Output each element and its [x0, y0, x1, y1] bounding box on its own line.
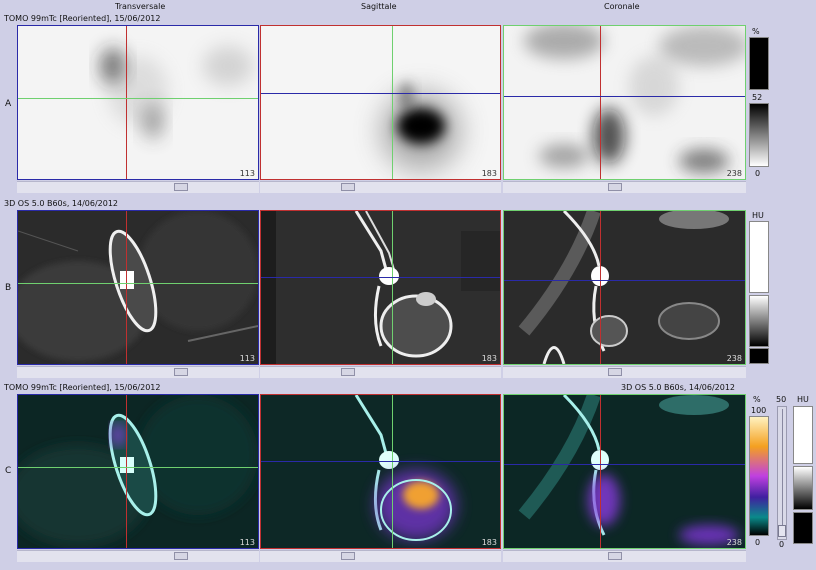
scrollbar-thumb[interactable]	[174, 552, 188, 560]
colorbar-b-gradient[interactable]	[749, 295, 769, 347]
slice-number: 183	[481, 538, 497, 547]
crosshair-vertical	[392, 211, 393, 364]
slice-number: 238	[726, 169, 742, 178]
crosshair-vertical	[126, 211, 127, 364]
scrollbar-c-sagittal[interactable]	[260, 550, 501, 562]
ct-coronal-view[interactable]: 238	[503, 210, 746, 365]
row-c-label: C	[5, 466, 12, 476]
row-a-label: A	[5, 99, 12, 109]
scrollbar-thumb[interactable]	[608, 183, 622, 191]
slice-number: 183	[481, 169, 497, 178]
colorbar-c-ct-gradient[interactable]	[793, 466, 813, 510]
fusion-slider-top-label: 50	[776, 395, 787, 404]
crosshair-vertical	[600, 211, 601, 364]
fusion-coronal-view[interactable]: 238	[503, 394, 746, 549]
slice-number: 238	[726, 354, 742, 363]
ct-sagittal-image	[261, 211, 500, 364]
crosshair-vertical	[392, 26, 393, 179]
spect-transversal-view[interactable]: 113	[17, 25, 259, 180]
spect-transversal-image	[18, 26, 258, 179]
crosshair-horizontal	[261, 277, 500, 278]
ct-transversal-view[interactable]: 113	[17, 210, 259, 365]
crosshair-vertical	[600, 395, 601, 548]
colorbar-a-max: 52	[752, 93, 763, 102]
row-b-label: B	[5, 283, 12, 293]
row-c-series-info-spect: TOMO 99mTc [Reoriented], 15/06/2012	[4, 383, 161, 392]
scrollbar-b-transversal[interactable]	[17, 366, 259, 378]
spect-sagittal-view[interactable]: 183	[260, 25, 501, 180]
scrollbar-b-sagittal[interactable]	[260, 366, 501, 378]
colorbar-c-min-pct: 0	[755, 538, 761, 547]
scrollbar-thumb[interactable]	[174, 183, 188, 191]
scrollbar-a-coronal[interactable]	[503, 181, 746, 193]
slice-number: 183	[481, 354, 497, 363]
crosshair-vertical	[392, 395, 393, 548]
row-c-series-info-ct: 3D OS 5.0 B60s, 14/06/2012	[621, 383, 736, 392]
spect-coronal-view[interactable]: 238	[503, 25, 746, 180]
colorbar-b-bottom	[749, 348, 769, 364]
fusion-slider-bottom-label: 0	[779, 540, 785, 549]
crosshair-horizontal	[504, 96, 745, 97]
crosshair-horizontal	[18, 467, 258, 468]
fusion-sagittal-image	[261, 395, 500, 548]
scrollbar-c-transversal[interactable]	[17, 550, 259, 562]
scrollbar-thumb[interactable]	[341, 552, 355, 560]
colorbar-a-unit: %	[752, 27, 760, 36]
slice-number: 113	[239, 354, 255, 363]
scrollbar-thumb[interactable]	[174, 368, 188, 376]
crosshair-horizontal	[504, 464, 745, 465]
crosshair-horizontal	[18, 98, 258, 99]
fusion-transversal-image	[18, 395, 258, 548]
row-b-series-info: 3D OS 5.0 B60s, 14/06/2012	[4, 199, 119, 208]
crosshair-horizontal	[261, 461, 500, 462]
colorbar-c-unit-pct: %	[753, 395, 761, 404]
slice-number: 113	[239, 169, 255, 178]
colorbar-c-spect-gradient[interactable]	[749, 416, 769, 536]
colorbar-b-unit: HU	[752, 211, 764, 220]
spect-coronal-image	[504, 26, 745, 179]
colorbar-c-max-pct: 100	[751, 406, 767, 415]
scrollbar-thumb[interactable]	[608, 552, 622, 560]
scrollbar-thumb[interactable]	[341, 368, 355, 376]
column-header-transversal: Transversale	[115, 2, 166, 11]
ct-sagittal-view[interactable]: 183	[260, 210, 501, 365]
crosshair-vertical	[126, 395, 127, 548]
colorbar-a-top	[749, 37, 769, 90]
colorbar-c-ct-bottom	[793, 512, 813, 544]
crosshair-vertical	[126, 26, 127, 179]
crosshair-horizontal	[18, 283, 258, 284]
colorbar-c-ct-top	[793, 406, 813, 464]
fusion-coronal-image	[504, 395, 745, 548]
colorbar-a-min: 0	[755, 169, 761, 178]
spect-sagittal-image	[261, 26, 500, 179]
row-a-series-info: TOMO 99mTc [Reoriented], 15/06/2012	[4, 14, 161, 23]
slider-track	[782, 409, 783, 537]
ct-transversal-image	[18, 211, 258, 364]
fusion-transversal-view[interactable]: 113	[17, 394, 259, 549]
colorbar-b-top	[749, 221, 769, 293]
slider-handle[interactable]	[778, 525, 786, 537]
scrollbar-c-coronal[interactable]	[503, 550, 746, 562]
crosshair-vertical	[600, 26, 601, 179]
scrollbar-a-sagittal[interactable]	[260, 181, 501, 193]
slice-number: 113	[239, 538, 255, 547]
scrollbar-a-transversal[interactable]	[17, 181, 259, 193]
crosshair-horizontal	[504, 280, 745, 281]
ct-coronal-image	[504, 211, 745, 364]
fusion-sagittal-view[interactable]: 183	[260, 394, 501, 549]
colorbar-a-gradient[interactable]	[749, 103, 769, 167]
scrollbar-b-coronal[interactable]	[503, 366, 746, 378]
crosshair-horizontal	[261, 93, 500, 94]
slice-number: 238	[726, 538, 742, 547]
scrollbar-thumb[interactable]	[608, 368, 622, 376]
column-header-sagittal: Sagittale	[361, 2, 397, 11]
column-header-coronal: Coronale	[604, 2, 640, 11]
scrollbar-thumb[interactable]	[341, 183, 355, 191]
fusion-blend-slider[interactable]	[777, 406, 787, 540]
colorbar-c-unit-hu: HU	[797, 395, 809, 404]
